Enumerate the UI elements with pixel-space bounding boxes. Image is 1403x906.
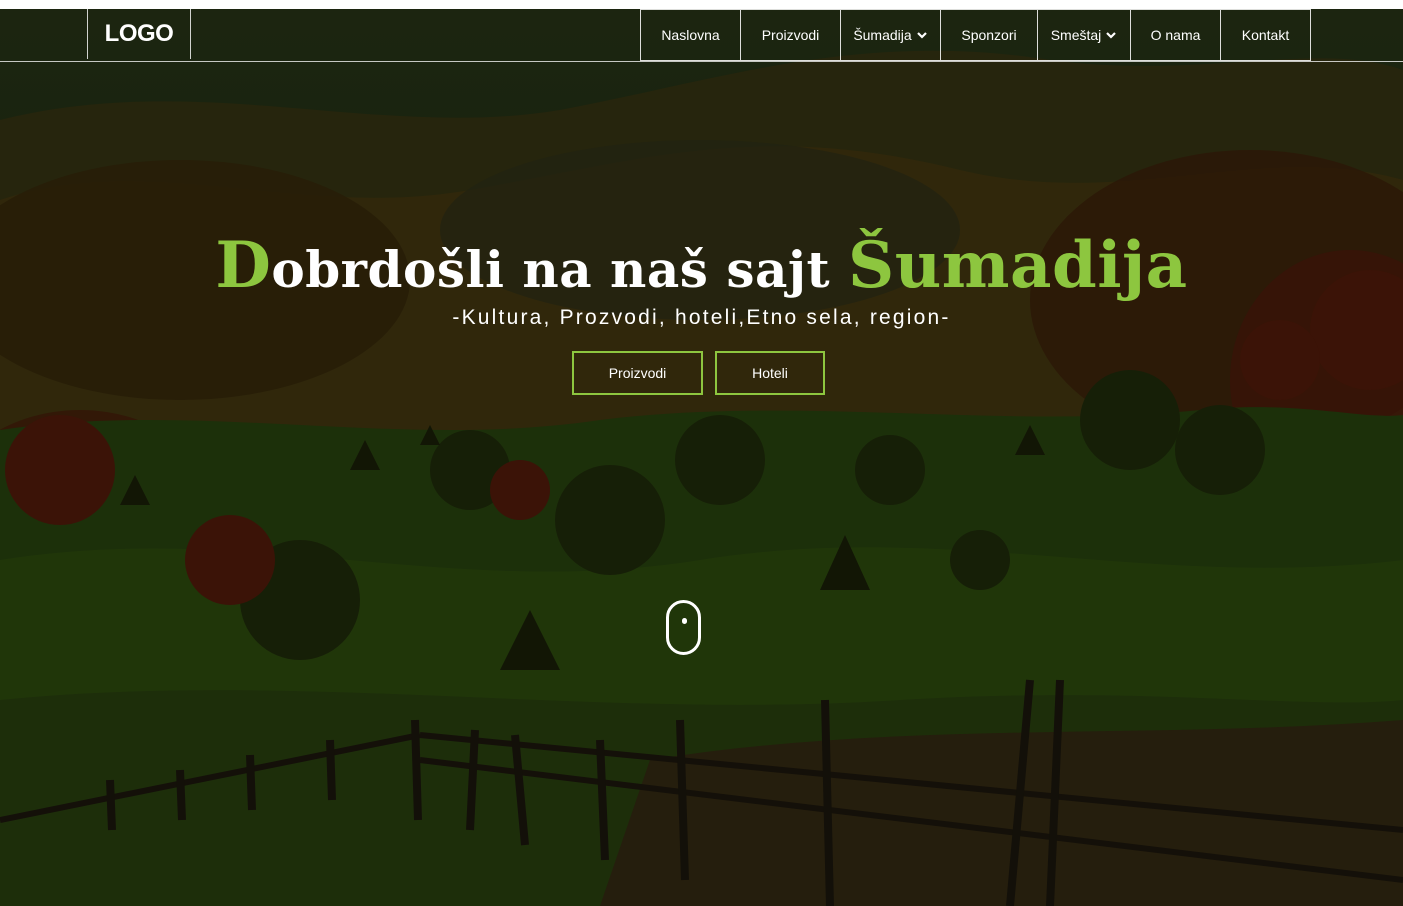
hotels-button[interactable]: Hoteli	[715, 351, 825, 395]
mouse-scroll-icon[interactable]	[666, 600, 701, 655]
site-header: LOGO Naslovna Proizvodi Šumadija Sponzor…	[0, 9, 1403, 62]
products-button[interactable]: Proizvodi	[572, 351, 703, 395]
landscape-illustration	[0, 0, 1403, 906]
nav-item-smestaj[interactable]: Smeštaj	[1038, 10, 1131, 60]
hero-buttons: Proizvodi Hoteli	[572, 351, 825, 395]
scroll-wheel-dot	[682, 618, 687, 624]
nav-item-sponzori[interactable]: Sponzori	[941, 10, 1038, 60]
main-nav: Naslovna Proizvodi Šumadija Sponzori Sme…	[640, 9, 1311, 61]
hero-background-image	[0, 0, 1403, 906]
hero-title-accent: Šumadija	[848, 228, 1188, 303]
site-logo[interactable]: LOGO	[87, 9, 191, 59]
nav-item-proizvodi[interactable]: Proizvodi	[741, 10, 841, 60]
hero-title-first-letter: D	[215, 228, 272, 303]
hero-title: Dobrdošli na naš sajt Šumadija	[0, 228, 1403, 303]
chevron-down-icon	[916, 32, 927, 39]
nav-item-kontakt[interactable]: Kontakt	[1221, 10, 1310, 60]
nav-item-naslovna[interactable]: Naslovna	[641, 10, 741, 60]
hero-subtitle: -Kultura, Prozvodi, hoteli,Etno sela, re…	[452, 306, 951, 329]
nav-item-sumadija[interactable]: Šumadija	[841, 10, 941, 60]
nav-item-label: Proizvodi	[761, 27, 820, 43]
nav-item-label: Sponzori	[961, 27, 1017, 43]
hero-title-text: obrdošli na naš sajt	[271, 240, 848, 299]
nav-item-label: Kontakt	[1241, 27, 1290, 43]
nav-item-label: Šumadija	[853, 27, 912, 43]
nav-item-o-nama[interactable]: O nama	[1131, 10, 1221, 60]
chevron-down-icon	[1106, 32, 1117, 39]
nav-item-label: Smeštaj	[1050, 27, 1102, 43]
nav-item-label: O nama	[1150, 27, 1201, 43]
top-white-strip	[0, 0, 1403, 9]
nav-item-label: Naslovna	[661, 27, 720, 43]
